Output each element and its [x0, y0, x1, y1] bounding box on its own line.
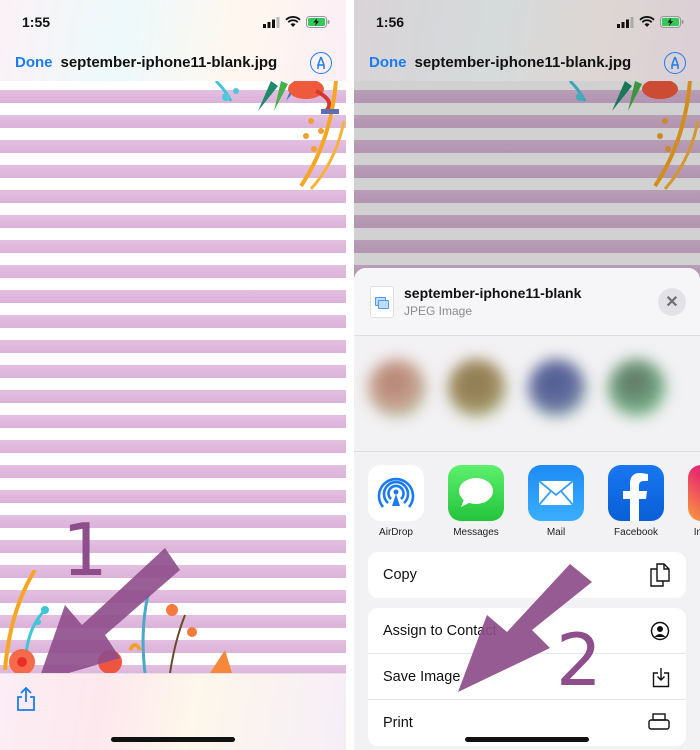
file-title: september-iphone11-blank.jpg: [60, 54, 278, 71]
app-messages[interactable]: Messages: [448, 465, 504, 552]
status-bar: 1:56: [354, 0, 700, 44]
copy-icon: [650, 563, 670, 587]
markup-button[interactable]: [664, 51, 686, 74]
airdrop-icon: [368, 465, 424, 521]
done-button[interactable]: Done: [369, 54, 407, 71]
messages-icon: [448, 465, 504, 521]
nav-bar: Done september-iphone11-blank.jpg: [0, 44, 346, 81]
wifi-icon: [285, 16, 301, 27]
signal-icon: [263, 16, 280, 28]
right-screen: 1:56 Done september-iphone11-blank.jpg s…: [354, 0, 700, 750]
bottom-toolbar: [0, 673, 346, 750]
action-copy[interactable]: Copy: [368, 552, 686, 598]
share-button[interactable]: [15, 686, 37, 712]
share-file-type: JPEG Image: [404, 304, 473, 318]
battery-charging-icon: [660, 16, 684, 28]
action-label: Print: [383, 715, 413, 731]
markup-pen-icon: [317, 56, 325, 69]
left-screen: 1:55 Done september-iphone11-blank.jpg 1: [0, 0, 346, 750]
facebook-icon: [608, 465, 664, 521]
status-time: 1:55: [22, 14, 51, 30]
markup-pen-icon: [671, 56, 679, 69]
action-save-image[interactable]: Save Image: [368, 654, 686, 700]
mail-icon: [528, 465, 584, 521]
status-bar: 1:55: [0, 0, 346, 44]
markup-button[interactable]: [310, 51, 332, 74]
share-sheet: september-iphone11-blank JPEG Image ✕ Ai…: [354, 268, 700, 750]
battery-charging-icon: [306, 16, 330, 28]
print-icon: [648, 713, 670, 730]
wifi-icon: [639, 16, 655, 27]
signal-icon: [617, 16, 634, 28]
close-icon: ✕: [665, 293, 679, 311]
action-label: Copy: [383, 567, 417, 583]
action-assign-to-contact[interactable]: Assign to Contact: [368, 608, 686, 654]
app-label: AirDrop: [379, 527, 413, 538]
file-title: september-iphone11-blank.jpg: [414, 54, 632, 71]
instagram-icon: [688, 465, 700, 521]
action-label: Assign to Contact: [383, 622, 497, 639]
step-number-2: 2: [556, 618, 602, 702]
contact-avatar[interactable]: [368, 358, 426, 417]
app-label: Messages: [453, 527, 499, 538]
save-image-icon: [652, 667, 670, 687]
suggested-contacts-row: [354, 336, 700, 452]
app-instagram[interactable]: Instagram: [688, 465, 700, 552]
done-button[interactable]: Done: [15, 54, 53, 71]
share-apps-row: AirDrop Messages Mail Facebook In: [354, 452, 700, 552]
floral-decoration-bottom: [3, 570, 232, 673]
home-indicator: [465, 737, 589, 742]
app-label: Instagram: [693, 527, 700, 538]
step-number-1: 1: [62, 508, 108, 592]
contact-avatar[interactable]: [448, 358, 506, 417]
app-label: Mail: [546, 527, 566, 538]
floral-decoration-top: [568, 81, 700, 190]
action-label: Save Image: [383, 668, 461, 685]
file-thumbnail-icon: [370, 285, 394, 318]
app-label: Facebook: [614, 527, 658, 538]
share-file-name: september-iphone11-blank: [404, 285, 582, 301]
nav-bar: Done september-iphone11-blank.jpg: [354, 44, 700, 81]
contact-avatar[interactable]: [608, 358, 666, 417]
floral-decoration-top: [214, 81, 346, 190]
app-mail[interactable]: Mail: [528, 465, 584, 552]
status-time: 1:56: [376, 14, 405, 30]
contact-icon: [650, 621, 670, 640]
share-sheet-header: september-iphone11-blank JPEG Image ✕: [354, 268, 700, 336]
app-facebook[interactable]: Facebook: [608, 465, 664, 552]
app-airdrop[interactable]: AirDrop: [368, 465, 424, 552]
close-button[interactable]: ✕: [658, 287, 686, 316]
contact-avatar[interactable]: [528, 358, 586, 417]
share-actions: Copy Assign to Contact Save Image Print: [354, 552, 700, 746]
home-indicator: [111, 737, 235, 742]
